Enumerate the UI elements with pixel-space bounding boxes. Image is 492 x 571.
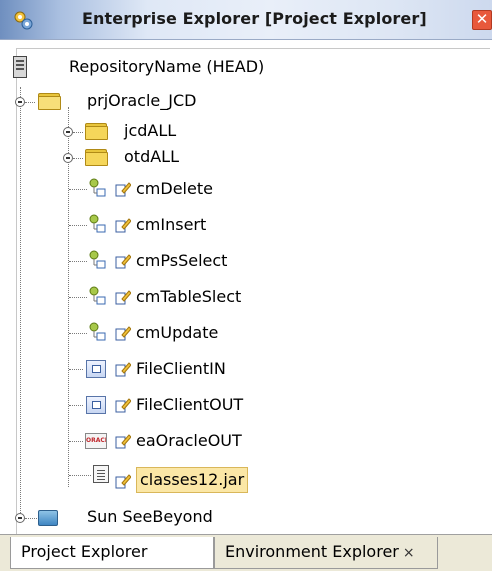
tree-connector <box>69 189 87 190</box>
tree-node-repository[interactable]: RepositoryName (HEAD) <box>13 49 487 85</box>
tree-connector <box>73 158 83 159</box>
window-title-bar[interactable]: Enterprise Explorer [Project Explorer] ✕ <box>0 0 492 40</box>
tree-node-label: otdALL <box>124 147 179 166</box>
expand-toggle[interactable] <box>63 153 73 163</box>
tree-connector <box>25 518 37 519</box>
tree-node-label: FileClientOUT <box>136 395 244 414</box>
sun-seebeyond-icon <box>38 510 58 526</box>
edit-pencil-icon <box>115 326 131 341</box>
tree-connector <box>69 441 83 442</box>
tree-node-label: prjOracle_JCD <box>87 91 197 110</box>
tree-node-label: cmUpdate <box>136 323 219 342</box>
tree-connector <box>73 132 83 133</box>
tree-connector <box>69 297 87 298</box>
project-tree[interactable]: RepositoryName (HEAD) prjOracle_JCD jcdA… <box>13 48 490 537</box>
tree-connector <box>69 225 87 226</box>
tree-node-label: RepositoryName (HEAD) <box>69 57 265 76</box>
tab-label: Project Explorer <box>21 542 148 561</box>
tree-node-connectivity-map[interactable]: cmTableSlect <box>17 283 487 319</box>
edit-pencil-icon <box>115 474 131 489</box>
tree-node-external-app[interactable]: FileClientIN <box>17 355 487 391</box>
tree-node-oracle-app[interactable]: ORACLE eaOracleOUT <box>17 427 487 463</box>
tree-connector <box>69 475 91 476</box>
connectivity-map-icon <box>89 286 106 305</box>
tree-node-label: FileClientIN <box>136 359 226 378</box>
repository-icon <box>13 56 27 78</box>
tree-connector <box>69 369 83 370</box>
explorer-gear-icon <box>14 11 33 30</box>
edit-pencil-icon <box>115 434 131 449</box>
tree-node-label: Sun SeeBeyond <box>87 507 213 526</box>
tree-node-project[interactable]: prjOracle_JCD <box>15 85 487 121</box>
tree-connector <box>69 333 87 334</box>
tab-project-explorer[interactable]: Project Explorer <box>10 537 214 569</box>
edit-pencil-icon <box>115 290 131 305</box>
expand-toggle[interactable] <box>15 513 25 523</box>
tree-node-label: cmPsSelect <box>136 251 228 270</box>
tree-node-connectivity-map[interactable]: cmInsert <box>17 211 487 247</box>
tab-close-icon[interactable]: × <box>403 545 415 561</box>
tree-node-sun-seebeyond[interactable]: Sun SeeBeyond <box>15 501 487 537</box>
external-app-icon <box>86 396 106 414</box>
tab-label: Environment Explorer <box>225 542 399 561</box>
tab-environment-explorer[interactable]: Environment Explorer × <box>214 537 438 569</box>
oracle-icon: ORACLE <box>85 433 107 449</box>
tree-node-connectivity-map[interactable]: cmUpdate <box>17 319 487 355</box>
external-app-icon <box>86 360 106 378</box>
expand-toggle[interactable] <box>63 127 73 137</box>
edit-pencil-icon <box>115 254 131 269</box>
folder-icon <box>85 123 108 140</box>
connectivity-map-icon <box>89 178 106 197</box>
tree-connector <box>69 405 83 406</box>
window-title: Enterprise Explorer [Project Explorer] <box>82 9 427 28</box>
edit-pencil-icon <box>115 398 131 413</box>
connectivity-map-icon <box>89 322 106 341</box>
tree-node-connectivity-map[interactable]: cmDelete <box>17 175 487 211</box>
tree-connector <box>69 261 87 262</box>
expand-toggle[interactable] <box>15 97 25 107</box>
tree-node-label: cmDelete <box>136 179 213 198</box>
edit-pencil-icon <box>115 182 131 197</box>
connectivity-map-icon <box>89 250 106 269</box>
connectivity-map-icon <box>89 214 106 233</box>
tree-node-label: eaOracleOUT <box>136 431 242 450</box>
tree-node-jar-file[interactable]: classes12.jar <box>17 463 487 499</box>
open-folder-icon <box>38 93 61 110</box>
tree-node-label: cmTableSlect <box>136 287 242 306</box>
tree-node-label-selected: classes12.jar <box>136 467 249 493</box>
explorer-tab-bar: Project Explorer Environment Explorer × <box>0 534 492 571</box>
folder-icon <box>85 149 108 166</box>
close-button[interactable]: ✕ <box>472 10 492 30</box>
tree-node-label: jcdALL <box>124 121 177 140</box>
tree-node-external-app[interactable]: FileClientOUT <box>17 391 487 427</box>
edit-pencil-icon <box>115 218 131 233</box>
tree-node-label: cmInsert <box>136 215 207 234</box>
tree-node-connectivity-map[interactable]: cmPsSelect <box>17 247 487 283</box>
jar-file-icon <box>93 465 109 483</box>
tree-connector <box>25 102 35 103</box>
edit-pencil-icon <box>115 362 131 377</box>
